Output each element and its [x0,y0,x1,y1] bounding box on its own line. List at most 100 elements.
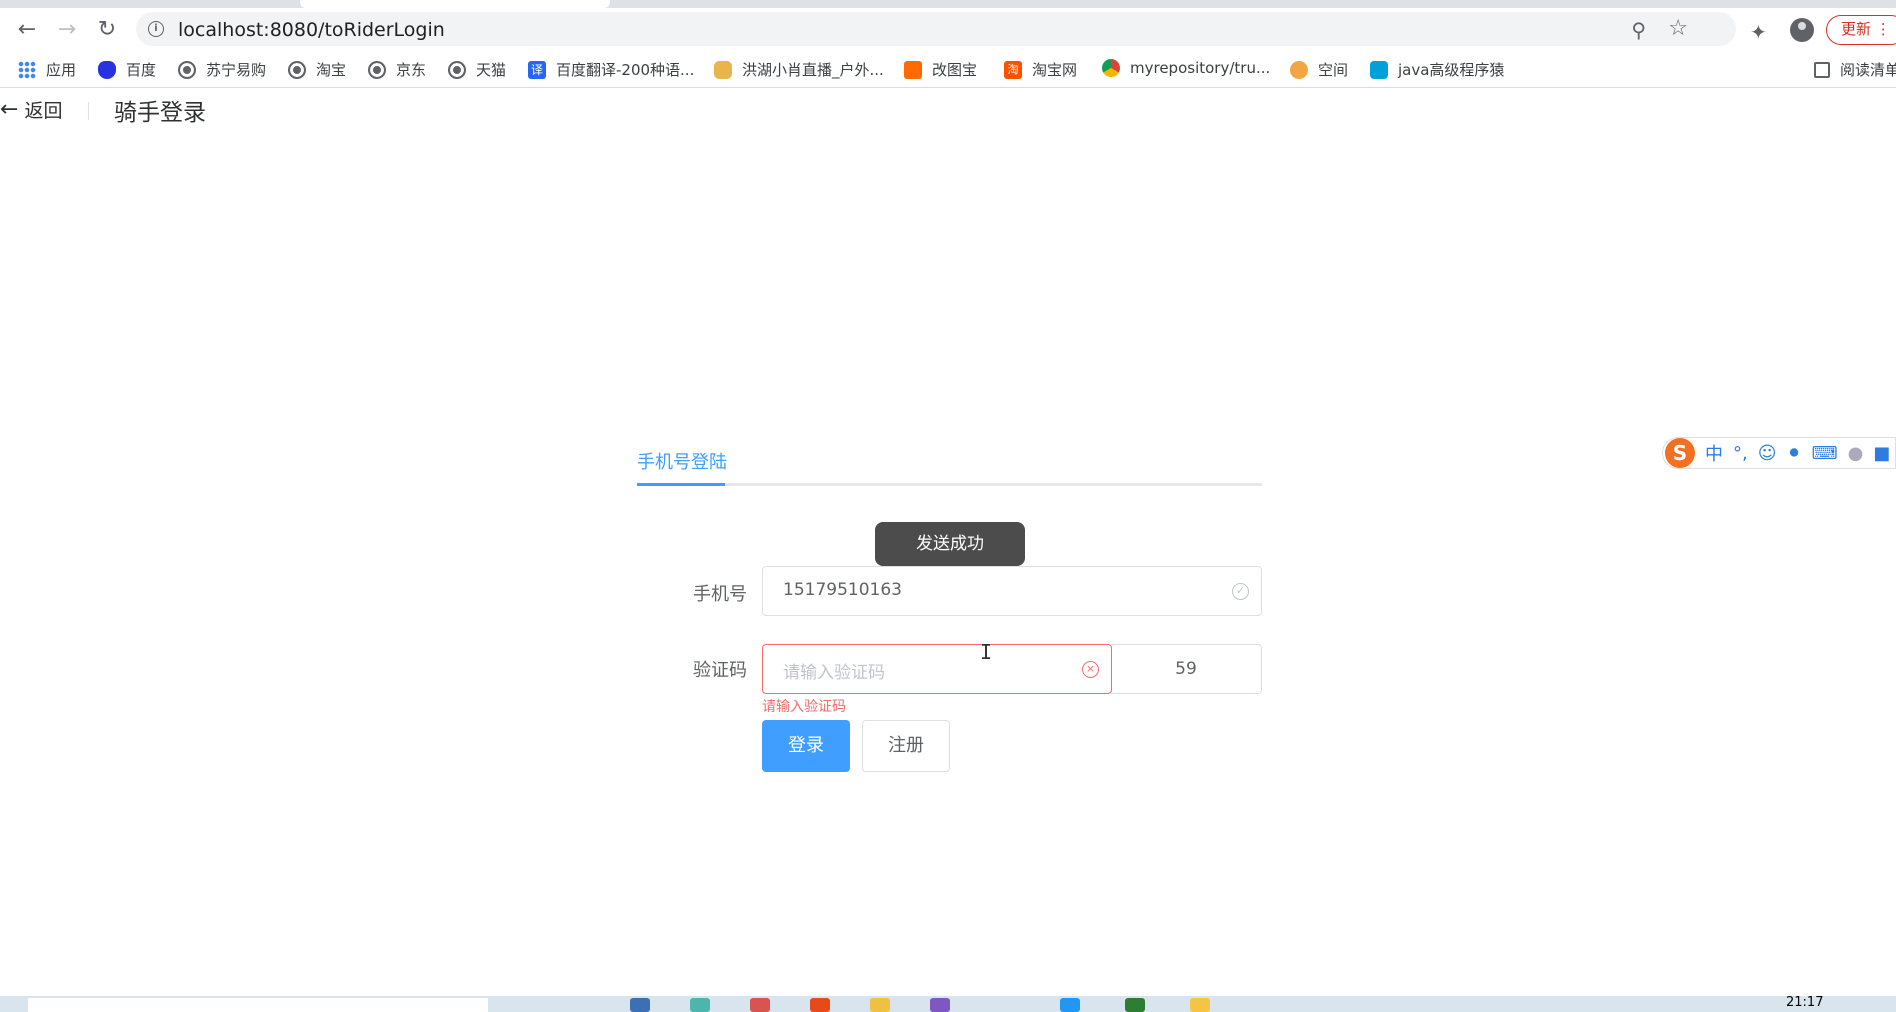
bookmark-item[interactable]: 应用 [18,59,76,80]
tab-phone-login[interactable]: 手机号登陆 [637,448,727,474]
keyboard-icon[interactable]: ⌨ [1812,443,1838,464]
bookmark-item[interactable]: 天猫 [448,59,506,80]
phone-label: 手机号 [693,584,747,605]
page-title: 骑手登录 [114,100,206,126]
microphone-icon[interactable]: ⚫ [1787,443,1802,464]
site-info-icon[interactable]: i [148,21,164,37]
user-icon[interactable]: ● [1848,443,1864,464]
login-tabs: 手机号登陆 [637,440,1262,486]
reading-list-button[interactable]: 阅读清单 [1814,59,1896,80]
baidu-translate-icon: 译 [528,60,546,79]
taobao-icon: 淘 [1004,60,1022,79]
taskbar-search[interactable] [28,998,488,1012]
bookmark-item[interactable]: 淘宝 [288,59,346,80]
code-placeholder: 请输入验证码 [783,663,885,683]
bookmark-label: 淘宝网 [1032,61,1078,79]
key-icon[interactable]: ⚲ [1631,18,1646,42]
taskbar-app-icon[interactable] [630,998,650,1012]
page-header: ← 返回 骑手登录 [0,92,1896,126]
bookmark-label: myrepository/tru... [1130,59,1271,77]
ime-mode[interactable]: 中 [1705,440,1723,466]
chrome-icon [1102,59,1120,77]
back-label: 返回 [24,100,63,122]
bookmark-item[interactable]: 苏宁易购 [178,59,266,80]
baidu-paw-icon [98,60,116,79]
taskbar-app-icon[interactable] [1190,998,1210,1012]
bookmark-label: 京东 [396,61,427,79]
hh-icon [714,60,732,79]
bilibili-icon [1370,60,1388,79]
browser-toolbar: ← → ↻ i localhost:8080/toRiderLogin ⚲ ☆ … [0,8,1896,50]
address-bar[interactable]: i localhost:8080/toRiderLogin ⚲ ☆ [136,12,1736,46]
bookmark-item[interactable]: 百度 [98,59,156,80]
bookmark-label: 应用 [46,61,77,79]
update-button[interactable]: 更新 ⋮ [1826,15,1896,45]
bookmark-label: 苏宁易购 [206,61,267,79]
register-button[interactable]: 注册 [862,720,950,772]
verification-code-field[interactable]: 请输入验证码 × [762,644,1112,694]
ime-punct[interactable]: °, [1733,443,1748,464]
clear-circle-icon[interactable]: × [1082,661,1099,678]
bookmark-item[interactable]: java高级程序猿 [1370,59,1504,80]
bookmark-label: 阅读清单 [1840,61,1896,79]
url-text[interactable]: localhost:8080/toRiderLogin [178,19,445,41]
bookmark-label: 百度 [126,61,157,79]
code-countdown: 59 [1111,644,1262,694]
back-arrow-icon[interactable]: ← [12,14,42,44]
text-cursor-icon: I [980,640,993,664]
code-error-message: 请输入验证码 [762,699,846,715]
sogou-logo-icon[interactable]: S [1665,438,1695,468]
success-check-icon: ✓ [1232,583,1249,600]
taskbar-app-icon[interactable] [690,998,710,1012]
reading-list-icon [1814,61,1830,78]
bookmark-item[interactable]: 京东 [368,59,426,80]
globe-icon [178,60,196,79]
update-label: 更新 [1841,20,1872,38]
taskbar-app-icon[interactable] [1125,998,1145,1012]
globe-icon [288,60,306,79]
taskbar-app-icon[interactable] [930,998,950,1012]
bookmark-label: 空间 [1318,61,1349,79]
bookmark-item[interactable]: 空间 [1290,59,1348,80]
phone-value: 15179510163 [783,580,902,600]
taskbar-app-icon[interactable] [1060,998,1080,1012]
login-button[interactable]: 登录 [762,720,850,772]
gaitubao-icon [904,60,922,79]
bookmark-label: 改图宝 [932,61,978,79]
bookmark-item[interactable]: 译百度翻译-200种语... [528,59,694,80]
active-tab[interactable] [300,0,610,8]
back-button[interactable]: ← 返回 [0,96,62,123]
tab-strip [0,0,1896,8]
bookmark-label: 洪湖小肖直播_户外... [742,61,884,79]
bookmark-label: 淘宝 [316,61,347,79]
bookmark-item[interactable]: 改图宝 [904,59,977,80]
reload-icon[interactable]: ↻ [92,14,122,44]
emoji-icon[interactable]: ☺ [1758,443,1777,464]
bookmark-label: 天猫 [476,61,507,79]
taskbar-app-icon[interactable] [810,998,830,1012]
taskbar-clock[interactable]: 21:17 [1786,995,1823,1010]
bookmark-label: java高级程序猿 [1398,61,1505,79]
toast-message: 发送成功 [875,522,1025,566]
bookmark-item[interactable]: myrepository/tru... [1102,59,1270,77]
bookmark-star-icon[interactable]: ☆ [1668,16,1688,41]
extensions-puzzle-icon[interactable]: ✦ [1750,20,1767,44]
bookmark-item[interactable]: 洪湖小肖直播_户外... [714,59,884,80]
ime-toolbar: S 中 °, ☺ ⚫ ⌨ ● ■ [1662,437,1896,469]
phone-field[interactable]: 15179510163 ✓ [762,566,1262,616]
apps-grid-icon [18,60,36,79]
tab-active-indicator [637,483,725,486]
bookmarks-bar: 应用 百度 苏宁易购 淘宝 京东 天猫 译百度翻译-200种语... 洪湖小肖直… [0,52,1896,88]
globe-icon [448,60,466,79]
profile-avatar-icon[interactable] [1790,18,1814,42]
taskbar-app-icon[interactable] [750,998,770,1012]
globe-icon [368,60,386,79]
skin-shirt-icon[interactable]: ■ [1873,443,1890,464]
bookmark-label: 百度翻译-200种语... [556,61,695,79]
taskbar-app-icon[interactable] [870,998,890,1012]
forward-arrow-icon[interactable]: → [52,14,82,44]
qzone-icon [1290,60,1308,79]
code-label: 验证码 [693,660,747,681]
header-divider [88,102,89,120]
bookmark-item[interactable]: 淘淘宝网 [1004,59,1077,80]
